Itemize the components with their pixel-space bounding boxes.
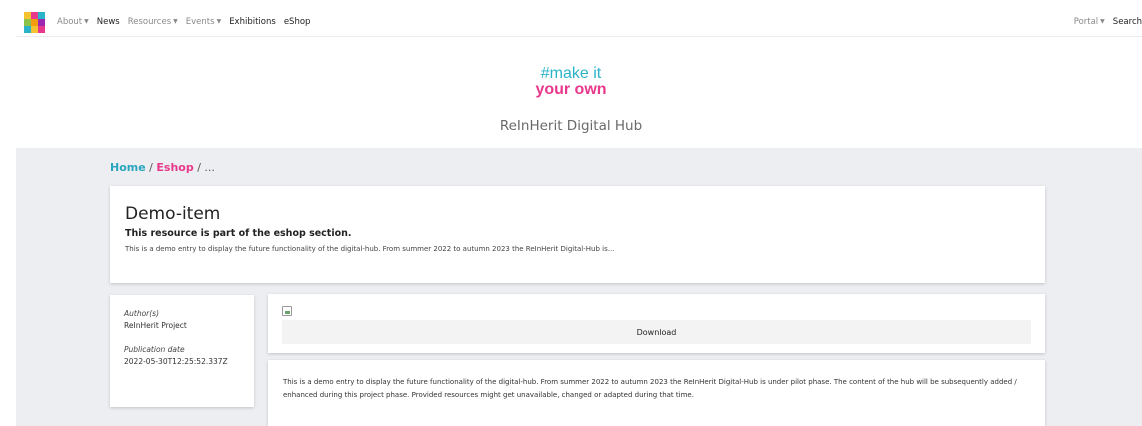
nav-resources-label: Resources: [127, 16, 172, 27]
metadata-card: Author(s) ReInHerit Project Publication …: [110, 295, 254, 407]
nav-eshop-label: eShop: [283, 16, 311, 27]
breadcrumb-eshop-link[interactable]: Eshop: [156, 161, 193, 174]
chevron-down-icon: ▼: [84, 17, 89, 25]
nav-portal[interactable]: Portal ▼: [1074, 17, 1105, 27]
brand-slogan: #make it your own: [0, 66, 1142, 98]
nav-eshop[interactable]: eShop: [284, 17, 311, 27]
breadcrumb-separator: / ...: [193, 161, 215, 174]
nav-about-label: About: [57, 16, 83, 27]
brand-line-2: your own: [535, 81, 607, 98]
nav-search-label: Search: [1112, 17, 1142, 27]
chevron-down-icon: ▼: [216, 17, 222, 25]
nav-search[interactable]: Search: [1113, 17, 1142, 27]
download-button-label: Download: [636, 327, 677, 337]
broken-image-icon: [282, 306, 292, 316]
breadcrumb-separator: /: [145, 161, 157, 174]
nav-portal-label: Portal: [1073, 17, 1099, 27]
publication-date-label: Publication date: [124, 345, 185, 354]
publication-date-value: 2022-05-30T12:25:52.337Z: [124, 357, 228, 366]
nav-about[interactable]: About ▼: [57, 17, 89, 27]
nav-exhibitions-label: Exhibitions: [229, 16, 276, 27]
item-summary: This is a demo entry to display the futu…: [125, 245, 615, 253]
item-description: This is a demo entry to display the futu…: [283, 378, 1017, 399]
nav-events-label: Events: [185, 16, 215, 27]
hub-title: ReInHerit Digital Hub: [499, 118, 643, 134]
nav-resources[interactable]: Resources ▼: [128, 17, 178, 27]
item-subtitle: This resource is part of the eshop secti…: [125, 228, 352, 239]
brand-line-1: #make it: [540, 65, 602, 82]
description-card: This is a demo entry to display the futu…: [268, 360, 1045, 426]
nav-right-group: Portal ▼ Search: [1066, 7, 1142, 37]
chevron-down-icon: ▼: [1100, 18, 1105, 25]
item-title: Demo-item: [125, 204, 221, 224]
breadcrumb-home-link[interactable]: Home: [110, 161, 146, 174]
nav-news[interactable]: News: [97, 17, 120, 27]
download-button[interactable]: Download: [282, 320, 1031, 344]
author-value: ReInHerit Project: [124, 321, 187, 330]
item-header-card: Demo-item This resource is part of the e…: [110, 186, 1045, 283]
nav-events[interactable]: Events ▼: [186, 17, 221, 27]
breadcrumb: Home / Eshop / ...: [110, 161, 215, 174]
top-navbar: About ▼ News Resources ▼ Events ▼ Exhibitio…: [16, 7, 1142, 37]
download-card: Download: [268, 294, 1045, 353]
nav-news-label: News: [96, 16, 120, 27]
chevron-down-icon: ▼: [173, 17, 178, 25]
site-logo-icon[interactable]: [24, 11, 46, 33]
author-label: Author(s): [124, 309, 160, 318]
nav-exhibitions[interactable]: Exhibitions: [229, 17, 276, 27]
